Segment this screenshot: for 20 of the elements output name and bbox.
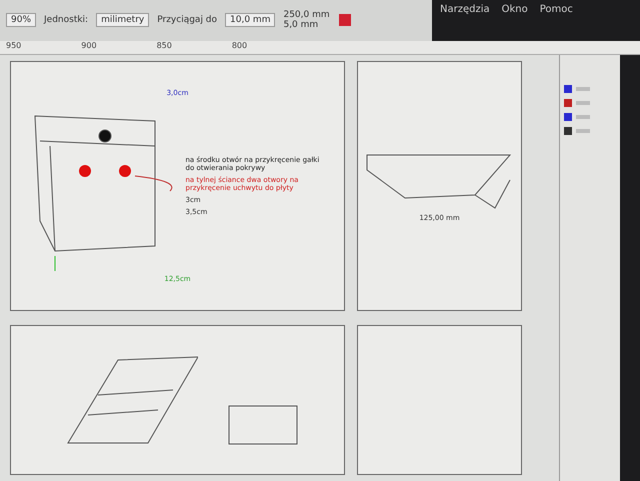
duplicate-y-field[interactable]: 5,0 mm — [283, 20, 330, 30]
object-icon — [576, 115, 590, 119]
units-label: Jednostki: — [44, 15, 88, 26]
units-dropdown[interactable]: milimetry — [96, 13, 150, 28]
menu-item[interactable]: Okno — [502, 4, 528, 15]
object-icon — [576, 87, 590, 91]
object-icon — [576, 129, 590, 133]
menu-item[interactable]: Pomoc — [540, 4, 573, 15]
ruler-label: 950 — [6, 40, 22, 52]
duplicate-x-field[interactable]: 250,0 mm — [283, 10, 330, 20]
ruler-label: 900 — [81, 40, 97, 52]
nudge-field[interactable]: 10,0 mm — [225, 13, 276, 28]
save-icon[interactable] — [338, 13, 352, 28]
ruler-label: 800 — [232, 40, 248, 52]
ruler-label: 850 — [156, 40, 172, 52]
menu-item[interactable]: Narzędzia — [440, 4, 490, 15]
snap-menu[interactable]: Przyciągaj do — [157, 15, 218, 26]
rectangle-shape — [228, 405, 298, 445]
zoom-dropdown[interactable]: 90% — [6, 13, 36, 28]
object-icon — [576, 101, 590, 105]
